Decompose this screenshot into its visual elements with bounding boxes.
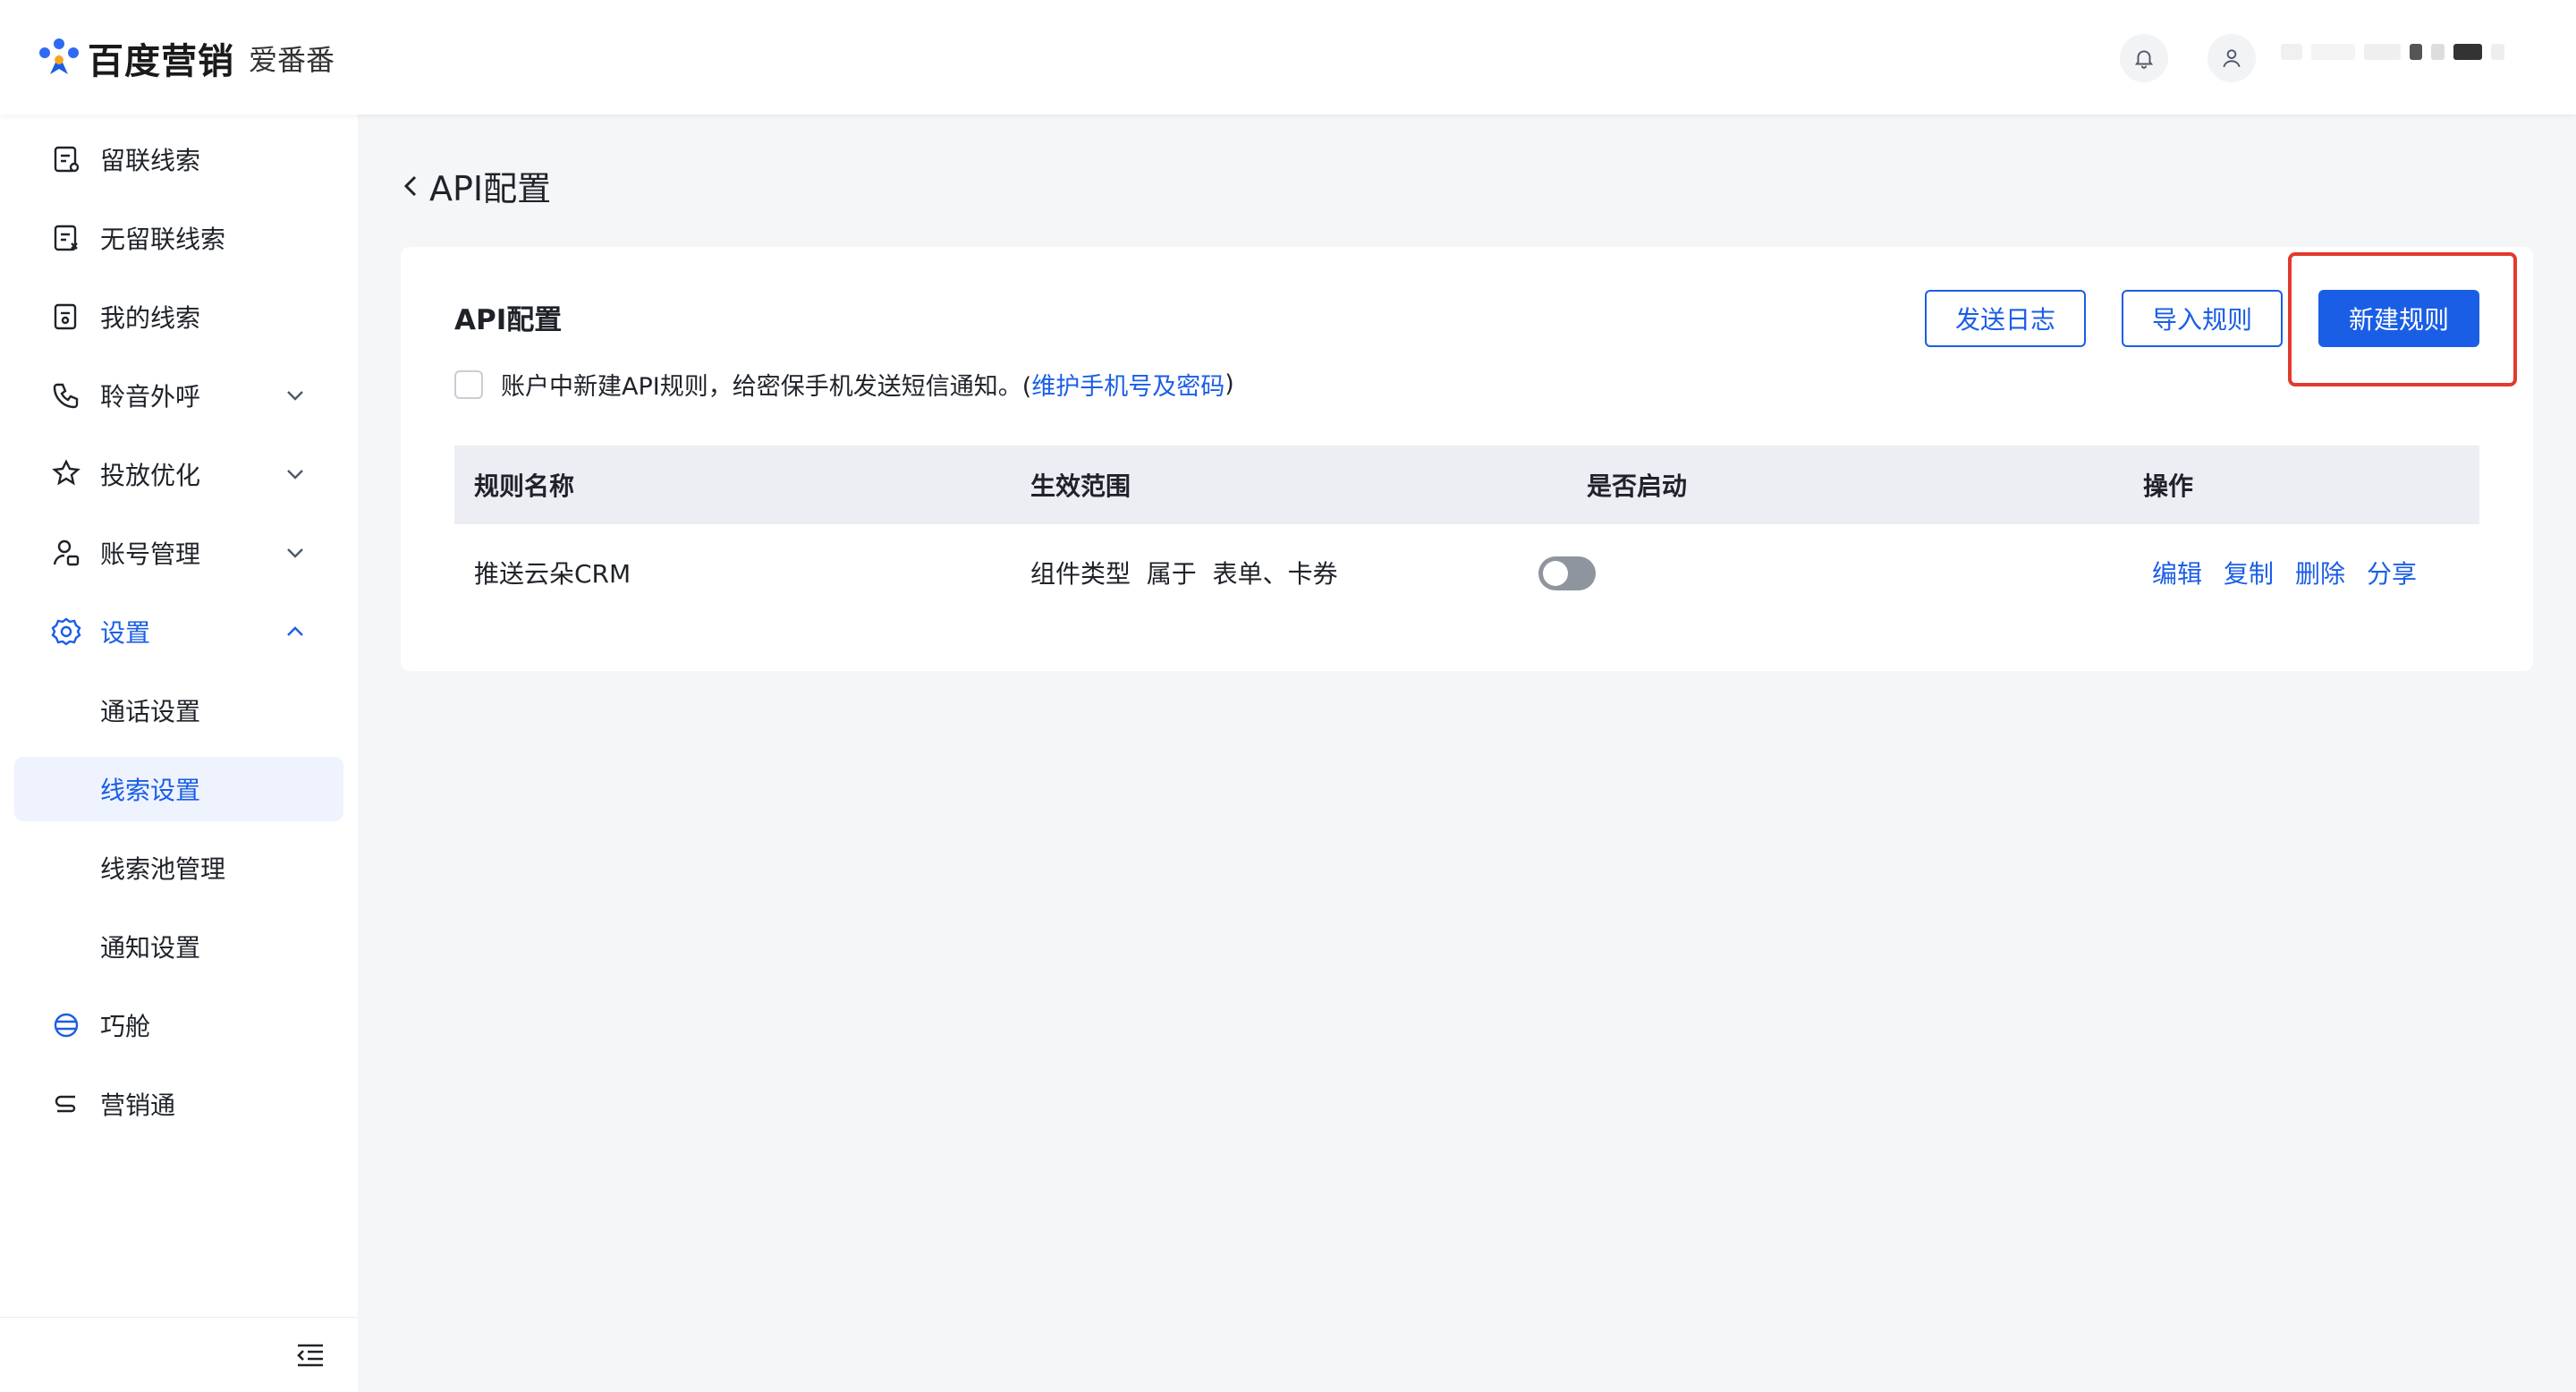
optimize-icon — [52, 459, 80, 486]
page-header: API配置 — [399, 161, 551, 210]
gear-icon — [51, 617, 81, 646]
clue-icon — [54, 146, 80, 173]
my-clue-icon — [54, 303, 77, 330]
sms-notify-close: ) — [1224, 370, 1234, 398]
sidebar-item-label: 通知设置 — [100, 933, 201, 963]
account-icon — [53, 539, 80, 566]
sidebar-item-marketing[interactable]: 营销通 — [14, 1072, 343, 1136]
column-header-rule-name: 规则名称 — [474, 471, 575, 501]
column-header-enabled: 是否启动 — [1587, 471, 1688, 501]
sidebar-item-my-clues[interactable]: 我的线索 — [14, 284, 343, 349]
copy-action-link[interactable]: 复制 — [2224, 555, 2274, 590]
sidebar-item-label: 留联线索 — [100, 146, 201, 175]
share-action-link[interactable]: 分享 — [2367, 555, 2417, 590]
sidebar-item-label: 聆音外呼 — [100, 382, 201, 412]
account-name-redacted[interactable] — [2281, 41, 2504, 63]
chevron-down-icon — [287, 470, 303, 480]
sidebar-item-account-management[interactable]: 账号管理 — [14, 521, 343, 585]
sidebar-item-clue-settings[interactable]: 线索设置 — [14, 757, 343, 821]
toggle-knob — [1543, 561, 1568, 586]
column-header-scope: 生效范围 — [1030, 471, 1131, 501]
bell-icon[interactable] — [2120, 34, 2168, 82]
chevron-down-icon — [287, 391, 303, 401]
new-rule-button[interactable]: 新建规则 — [2318, 290, 2479, 347]
sidebar-item-clue-pool[interactable]: 线索池管理 — [14, 836, 343, 900]
sidebar-item-label: 设置 — [100, 618, 151, 648]
back-chevron-icon[interactable] — [399, 170, 422, 202]
collapse-menu-icon[interactable] — [295, 1341, 326, 1370]
sidebar-item-label: 通话设置 — [100, 697, 201, 726]
marketing-icon — [55, 1095, 76, 1113]
sidebar-item-label: 投放优化 — [100, 461, 201, 490]
sidebar-item-label: 线索设置 — [100, 776, 201, 805]
sidebar-item-call-settings[interactable]: 通话设置 — [14, 678, 343, 743]
maintain-phone-link[interactable]: 维护手机号及密码 — [1031, 367, 1224, 402]
user-icon[interactable] — [2207, 34, 2256, 82]
rule-scope-cell: 组件类型 属于 表单、卡券 — [1030, 559, 1338, 589]
sidebar-item-qiaocang[interactable]: 巧舱 — [14, 993, 343, 1057]
sidebar-item-ad-optimize[interactable]: 投放优化 — [14, 442, 343, 506]
delete-action-link[interactable]: 删除 — [2295, 555, 2345, 590]
sidebar-item-no-contact-clues[interactable]: 无留联线索 — [14, 206, 343, 270]
brand-name: 百度营销 — [88, 41, 234, 82]
sidebar-item-clues[interactable]: 留联线索 — [14, 127, 343, 191]
qiaocang-icon — [54, 1013, 79, 1038]
page-title: API配置 — [429, 169, 552, 208]
sidebar-item-settings[interactable]: 设置 — [14, 599, 343, 664]
sidebar-item-label: 营销通 — [100, 1091, 176, 1120]
sms-notify-option: 账户中新建API规则，给密保手机发送短信通知。( 维护手机号及密码 ) — [454, 367, 1234, 402]
sms-notify-text: 账户中新建API规则，给密保手机发送短信通知。( — [501, 373, 1032, 401]
clue-x-icon — [54, 225, 78, 251]
sidebar-item-label: 我的线索 — [100, 303, 201, 333]
brand-logo[interactable]: 百度营销 爱番番 — [34, 32, 335, 84]
rule-enabled-toggle[interactable] — [1538, 556, 1596, 590]
edit-action-link[interactable]: 编辑 — [2152, 555, 2202, 590]
rules-table-header: 规则名称 生效范围 是否启动 操作 — [454, 446, 2479, 524]
table-row: 推送云朵CRM 组件类型 属于 表单、卡券 编辑 复制 删除 分享 — [454, 524, 2479, 621]
sidebar-footer — [0, 1317, 358, 1392]
phone-icon — [53, 383, 79, 409]
sidebar-item-label: 巧舱 — [100, 1012, 151, 1041]
rule-name-cell: 推送云朵CRM — [474, 559, 631, 589]
api-config-card: API配置 账户中新建API规则，给密保手机发送短信通知。( 维护手机号及密码 … — [401, 247, 2533, 671]
sidebar-item-label: 账号管理 — [100, 539, 201, 569]
sidebar-item-label: 线索池管理 — [100, 854, 226, 884]
card-title: API配置 — [454, 304, 563, 336]
column-header-actions: 操作 — [2143, 471, 2194, 501]
sms-notify-checkbox[interactable] — [454, 369, 483, 399]
baidu-marketing-logo-icon — [34, 33, 84, 83]
chevron-down-icon — [287, 548, 303, 558]
import-rule-button[interactable]: 导入规则 — [2122, 290, 2283, 347]
top-header: 百度营销 爱番番 — [0, 0, 2576, 115]
sidebar: 留联线索 无留联线索 我的线索 聆音外呼 投放优化 账号管理 设置 通话设置 线… — [0, 115, 358, 1392]
product-name: 爱番番 — [249, 43, 335, 77]
sidebar-item-label: 无留联线索 — [100, 225, 226, 254]
send-log-button[interactable]: 发送日志 — [1925, 290, 2086, 347]
sidebar-item-outbound-call[interactable]: 聆音外呼 — [14, 363, 343, 428]
chevron-up-icon — [287, 626, 303, 636]
sidebar-item-notify-settings[interactable]: 通知设置 — [14, 914, 343, 979]
